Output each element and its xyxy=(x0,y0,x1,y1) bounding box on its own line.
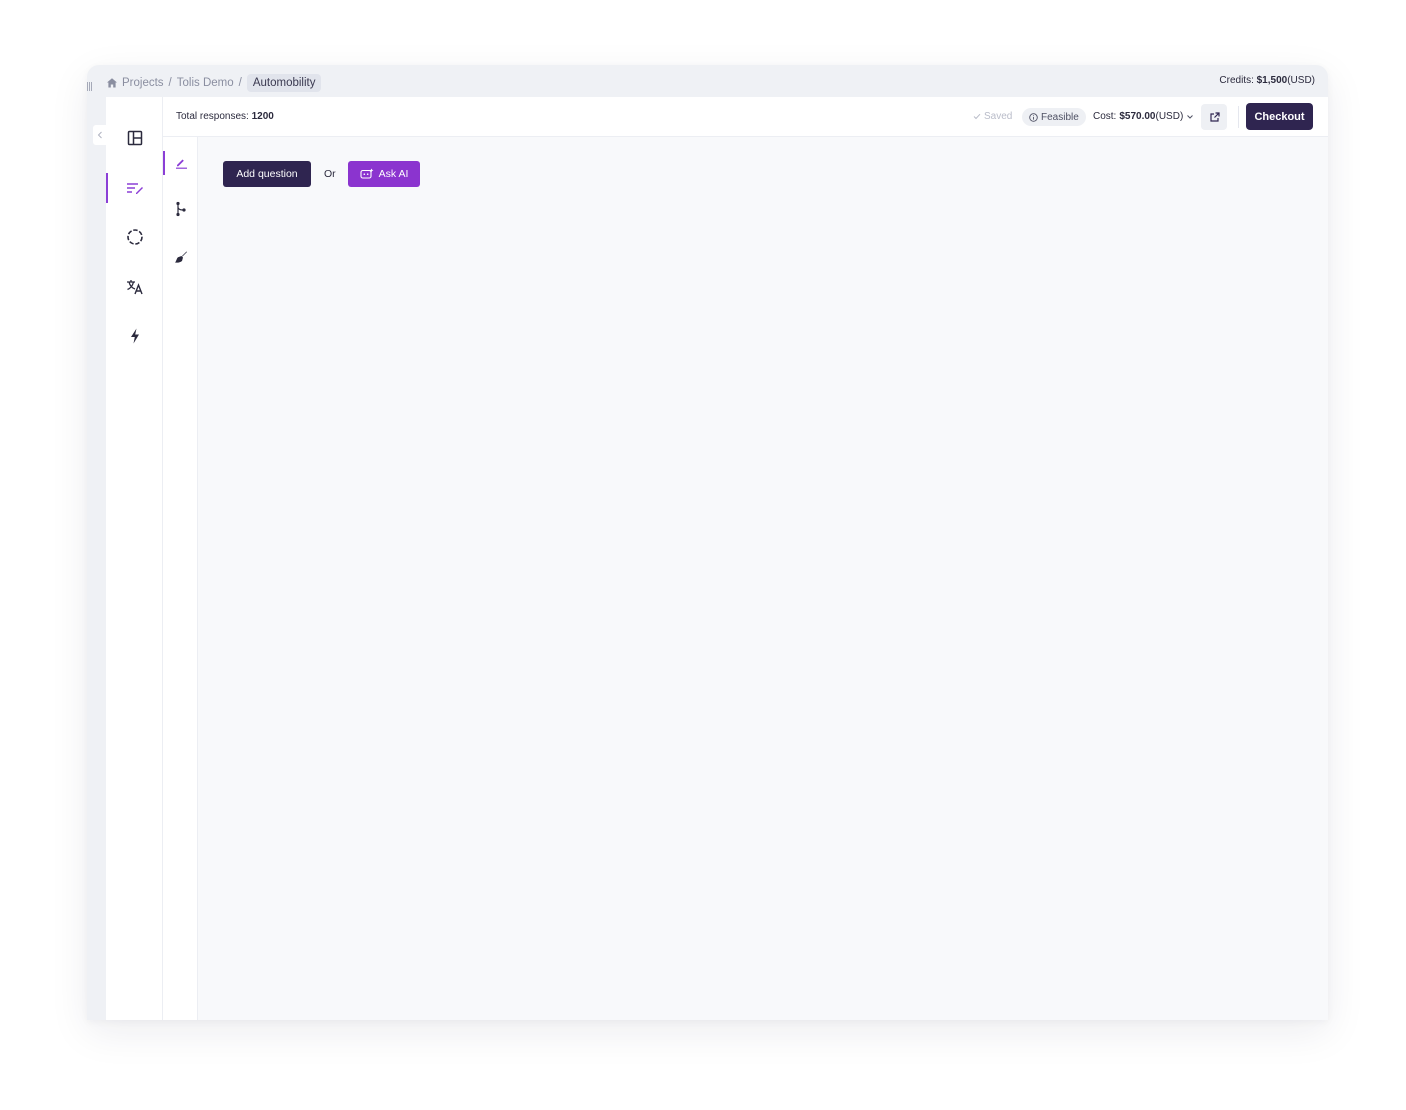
open-preview-button[interactable] xyxy=(1201,104,1227,130)
main-panel: Total responses: 1200 Saved Feasible Cos… xyxy=(106,97,1328,1020)
brush-icon xyxy=(174,251,187,263)
feasibility-badge[interactable]: Feasible xyxy=(1022,108,1086,126)
nav-automation[interactable] xyxy=(106,321,163,351)
ask-ai-button[interactable]: Ask AI xyxy=(348,161,420,187)
cost-dropdown[interactable]: Cost: $570.00(USD) xyxy=(1093,111,1194,122)
tool-design[interactable] xyxy=(163,245,198,269)
collapse-sidebar-button[interactable] xyxy=(93,125,106,145)
nav-audience[interactable] xyxy=(106,222,163,252)
cost-value: $570.00 xyxy=(1119,111,1156,122)
total-responses-value: 1200 xyxy=(251,111,274,122)
audience-circle-icon xyxy=(126,229,143,245)
breadcrumb-separator: / xyxy=(238,77,242,89)
layout-icon xyxy=(127,130,142,146)
survey-edit-icon xyxy=(126,183,143,194)
editor-tools xyxy=(163,137,198,1020)
check-icon xyxy=(973,113,981,120)
info-icon xyxy=(1029,112,1038,122)
logic-branch-icon xyxy=(175,201,186,217)
credits-currency: (USD) xyxy=(1287,75,1315,86)
drag-handle[interactable] xyxy=(87,82,92,96)
translate-icon xyxy=(126,280,143,295)
save-status: Saved xyxy=(973,111,1012,122)
tool-edit[interactable] xyxy=(163,151,198,175)
tool-logic[interactable] xyxy=(163,197,198,221)
total-responses-label: Total responses: xyxy=(176,111,252,122)
question-canvas: Add question Or Ask AI xyxy=(198,137,1328,1020)
cost-label: Cost: xyxy=(1093,111,1117,122)
credits-display: Credits: $1,500(USD) xyxy=(1219,75,1315,86)
add-question-button[interactable]: Add question xyxy=(223,161,311,187)
breadcrumb-current[interactable]: Automobility xyxy=(246,74,322,92)
home-icon[interactable] xyxy=(106,77,118,89)
cost-currency: (USD) xyxy=(1155,111,1184,122)
credits-amount: $1,500 xyxy=(1256,75,1288,86)
nav-survey-editor[interactable] xyxy=(106,173,163,203)
lightning-icon xyxy=(130,328,139,344)
pencil-icon xyxy=(175,159,187,169)
checkout-button[interactable]: Checkout xyxy=(1246,103,1313,130)
credits-label: Credits: xyxy=(1219,75,1257,86)
feasibility-text: Feasible xyxy=(1041,111,1079,123)
breadcrumb-item-project[interactable]: Tolis Demo xyxy=(177,77,234,89)
ai-chat-icon xyxy=(360,168,374,179)
app-window: Projects / Tolis Demo / Automobility Cre… xyxy=(87,65,1328,1020)
nav-translations[interactable] xyxy=(106,272,163,302)
left-navigation xyxy=(106,97,163,1020)
ask-ai-label: Ask AI xyxy=(378,168,409,180)
breadcrumb-separator: / xyxy=(168,77,172,89)
breadcrumb-item-projects[interactable]: Projects xyxy=(122,77,164,89)
survey-toolbar: Total responses: 1200 Saved Feasible Cos… xyxy=(163,97,1328,137)
chevron-left-icon xyxy=(97,131,102,139)
nav-layout[interactable] xyxy=(106,123,163,153)
total-responses: Total responses: 1200 xyxy=(176,111,274,122)
toolbar-divider xyxy=(1238,106,1239,128)
save-status-text: Saved xyxy=(984,111,1013,122)
or-label: Or xyxy=(324,168,336,180)
external-link-icon xyxy=(1209,111,1220,122)
chevron-down-icon xyxy=(1187,114,1194,119)
breadcrumb: Projects / Tolis Demo / Automobility xyxy=(106,72,322,94)
